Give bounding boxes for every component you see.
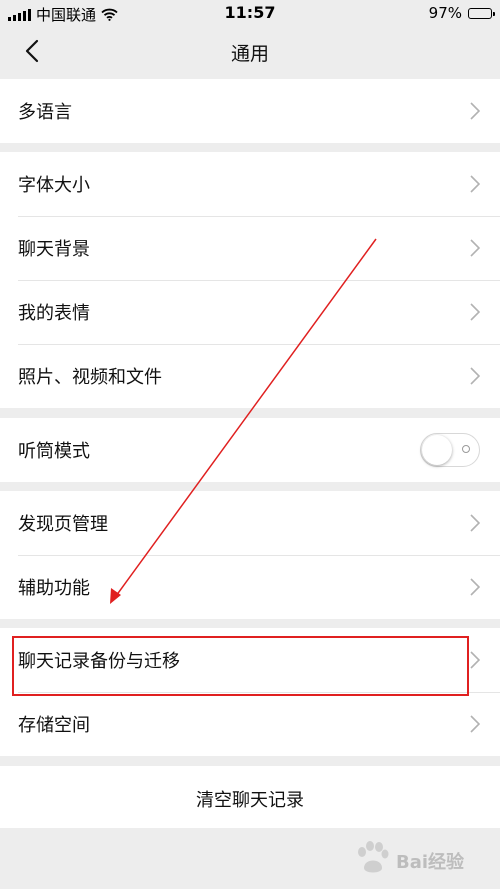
cell-multi-language[interactable]: 多语言 (0, 79, 500, 143)
cell-label: 字体大小 (18, 175, 90, 196)
cell-photos-videos-files[interactable]: 照片、视频和文件 (0, 344, 500, 408)
battery-icon (468, 7, 495, 19)
nav-bar: 通用 (0, 26, 500, 78)
paw-logo-icon (358, 841, 389, 873)
cell-earpiece-mode: 听筒模式 (0, 418, 500, 482)
cell-label: 听筒模式 (18, 441, 90, 462)
cell-label: 聊天背景 (18, 239, 90, 260)
chevron-right-icon (470, 514, 480, 532)
chevron-right-icon (470, 578, 480, 596)
chevron-right-icon (470, 175, 480, 193)
cell-label: 存储空间 (18, 715, 90, 736)
baidu-watermark: Bai经验 (348, 836, 488, 880)
chevron-right-icon (470, 303, 480, 321)
chevron-right-icon (470, 651, 480, 669)
cell-label: 多语言 (18, 102, 72, 123)
cell-storage-space[interactable]: 存储空间 (0, 692, 500, 756)
status-time: 11:57 (224, 3, 276, 22)
cell-discover-management[interactable]: 发现页管理 (0, 491, 500, 555)
chevron-right-icon (470, 239, 480, 257)
cell-label: 发现页管理 (18, 514, 108, 535)
cell-label: 辅助功能 (18, 578, 90, 599)
cell-label: 照片、视频和文件 (18, 367, 162, 388)
page-title: 通用 (230, 43, 269, 65)
cell-accessibility[interactable]: 辅助功能 (0, 555, 500, 619)
earpiece-mode-toggle[interactable] (420, 433, 480, 467)
watermark-text: Bai经验 (396, 852, 465, 873)
chevron-right-icon (470, 367, 480, 385)
settings-group-discover: 发现页管理 辅助功能 (0, 491, 500, 619)
chevron-right-icon (470, 102, 480, 120)
settings-group-earpiece: 听筒模式 (0, 418, 500, 482)
status-bar: 中国联通 11:57 97% (0, 0, 500, 26)
cell-chat-backup-migration[interactable]: 聊天记录备份与迁移 (0, 628, 500, 692)
cell-chat-background[interactable]: 聊天背景 (0, 216, 500, 280)
chevron-right-icon (470, 715, 480, 733)
settings-group-language: 多语言 (0, 79, 500, 143)
settings-group-display: 字体大小 聊天背景 我的表情 照片、视频和文件 (0, 152, 500, 408)
cell-label: 聊天记录备份与迁移 (18, 651, 180, 672)
cell-my-stickers[interactable]: 我的表情 (0, 280, 500, 344)
settings-group-storage: 聊天记录备份与迁移 存储空间 (0, 628, 500, 756)
toggle-knob (422, 435, 452, 465)
toggle-off-indicator (462, 445, 470, 453)
clear-chat-history-label: 清空聊天记录 (196, 790, 304, 811)
battery-percent: 97% (428, 4, 462, 22)
cell-label: 我的表情 (18, 303, 90, 324)
clear-chat-history-button[interactable]: 清空聊天记录 (0, 766, 500, 828)
status-right: 97% (428, 4, 495, 22)
cell-font-size[interactable]: 字体大小 (0, 152, 500, 216)
